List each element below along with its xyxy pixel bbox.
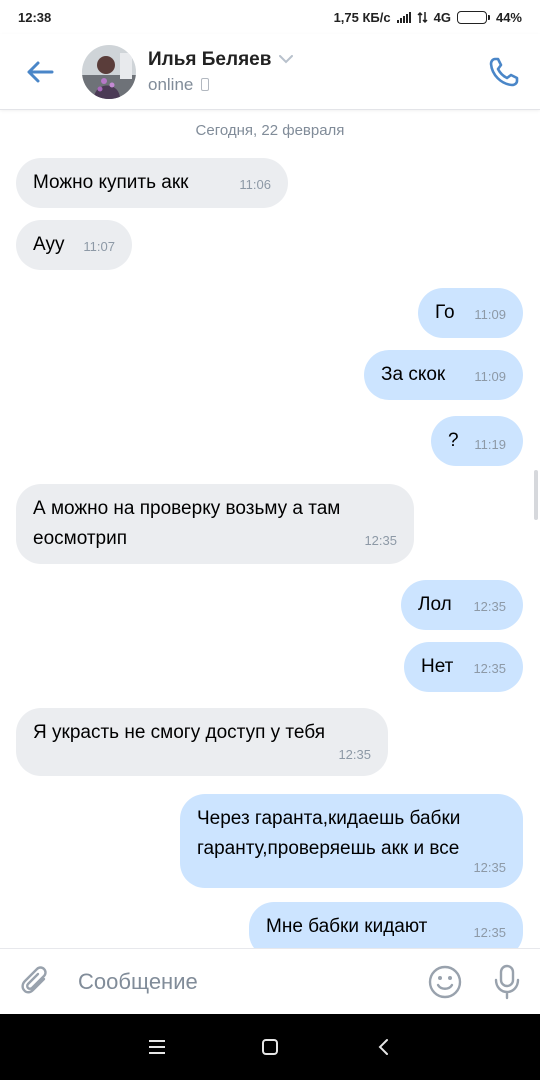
smiley-icon [428,965,462,998]
chevron-down-icon [279,55,294,64]
message-text-line: А можно на проверку возьму а там [33,498,341,519]
message-text: Можно купить акк [33,172,189,193]
message-time: 11:09 [474,369,506,384]
menu-icon [148,1040,165,1054]
message-composer [0,948,540,1014]
status-bar: 12:38 1,75 КБ/с 4G 44% [0,0,540,34]
signal-bars-icon [396,11,411,23]
clock: 12:38 [18,9,52,25]
message-outgoing[interactable]: Лол 12:35 [401,580,523,630]
message-text: Я украсть не смогу доступ у тебя [33,722,326,743]
message-feed[interactable]: Сегодня, 22 февраля Можно купить акк 11:… [0,110,540,948]
message-text-line: Через гаранта,кидаешь бабки [197,808,461,829]
phone-icon [489,57,519,86]
system-back-button[interactable] [353,1017,413,1077]
chat-header: Илья Беляев online [0,34,540,110]
message-incoming[interactable]: Ауу 11:07 [16,220,132,270]
recent-apps-button[interactable] [127,1017,187,1077]
arrow-left-icon [27,61,54,82]
system-nav-bar [0,1014,540,1080]
message-time: 12:35 [473,599,506,614]
status-indicators: 1,75 КБ/с 4G 44% [334,10,522,25]
mobile-device-icon [201,78,210,91]
paperclip-icon [21,965,47,993]
avatar-image [82,44,136,99]
message-time: 12:35 [473,925,506,940]
message-outgoing[interactable]: За скок 11:09 [364,350,523,400]
message-outgoing[interactable]: Нет 12:35 [404,642,523,692]
message-time: 12:35 [473,860,506,875]
contact-name: Илья Беляев [148,48,272,70]
microphone-icon [494,964,520,999]
contact-avatar[interactable] [82,44,136,99]
message-outgoing[interactable]: Мне бабки кидают 12:35 [249,902,523,948]
feed-scrollbar[interactable] [534,470,538,520]
message-outgoing[interactable]: ? 11:19 [431,416,523,466]
data-arrows-icon [417,11,428,23]
message-time: 11:07 [83,239,115,254]
contact-info[interactable]: Илья Беляев online [148,49,468,95]
message-time: 12:35 [473,661,506,676]
message-time: 12:35 [338,747,371,762]
message-time: 11:06 [239,177,271,192]
network-type: 4G [433,9,451,25]
message-outgoing[interactable]: Го 11:09 [418,288,523,338]
back-button[interactable] [0,34,80,110]
battery-icon [456,10,490,24]
message-text-line: еосмотрип [33,528,128,549]
emoji-button[interactable] [416,949,474,1015]
message-outgoing[interactable]: Через гаранта,кидаешь бабки гаранту,пров… [180,794,523,888]
message-time: 11:19 [474,437,506,452]
voice-message-button[interactable] [474,949,540,1015]
message-text-line: гаранту,проверяешь акк и все [197,838,460,859]
back-chevron-icon [378,1039,389,1055]
call-button[interactable] [468,34,540,110]
message-incoming[interactable]: А можно на проверку возьму а там еосмотр… [16,484,414,564]
home-button[interactable] [240,1017,300,1077]
message-input[interactable] [78,959,416,1004]
attach-button[interactable] [0,949,72,1015]
net-speed: 1,75 КБ/с [333,9,391,25]
message-incoming[interactable]: Можно купить акк 11:06 [16,158,288,208]
message-time: 11:09 [474,307,506,322]
battery-percent: 44% [495,9,522,25]
message-incoming[interactable]: Я украсть не смогу доступ у тебя 12:35 [16,708,388,776]
date-separator: Сегодня, 22 февраля [195,122,345,139]
home-square-icon [261,1039,278,1055]
message-text: Мне бабки кидают [266,916,428,937]
presence-status: online [148,74,194,94]
message-time: 12:35 [364,533,397,548]
